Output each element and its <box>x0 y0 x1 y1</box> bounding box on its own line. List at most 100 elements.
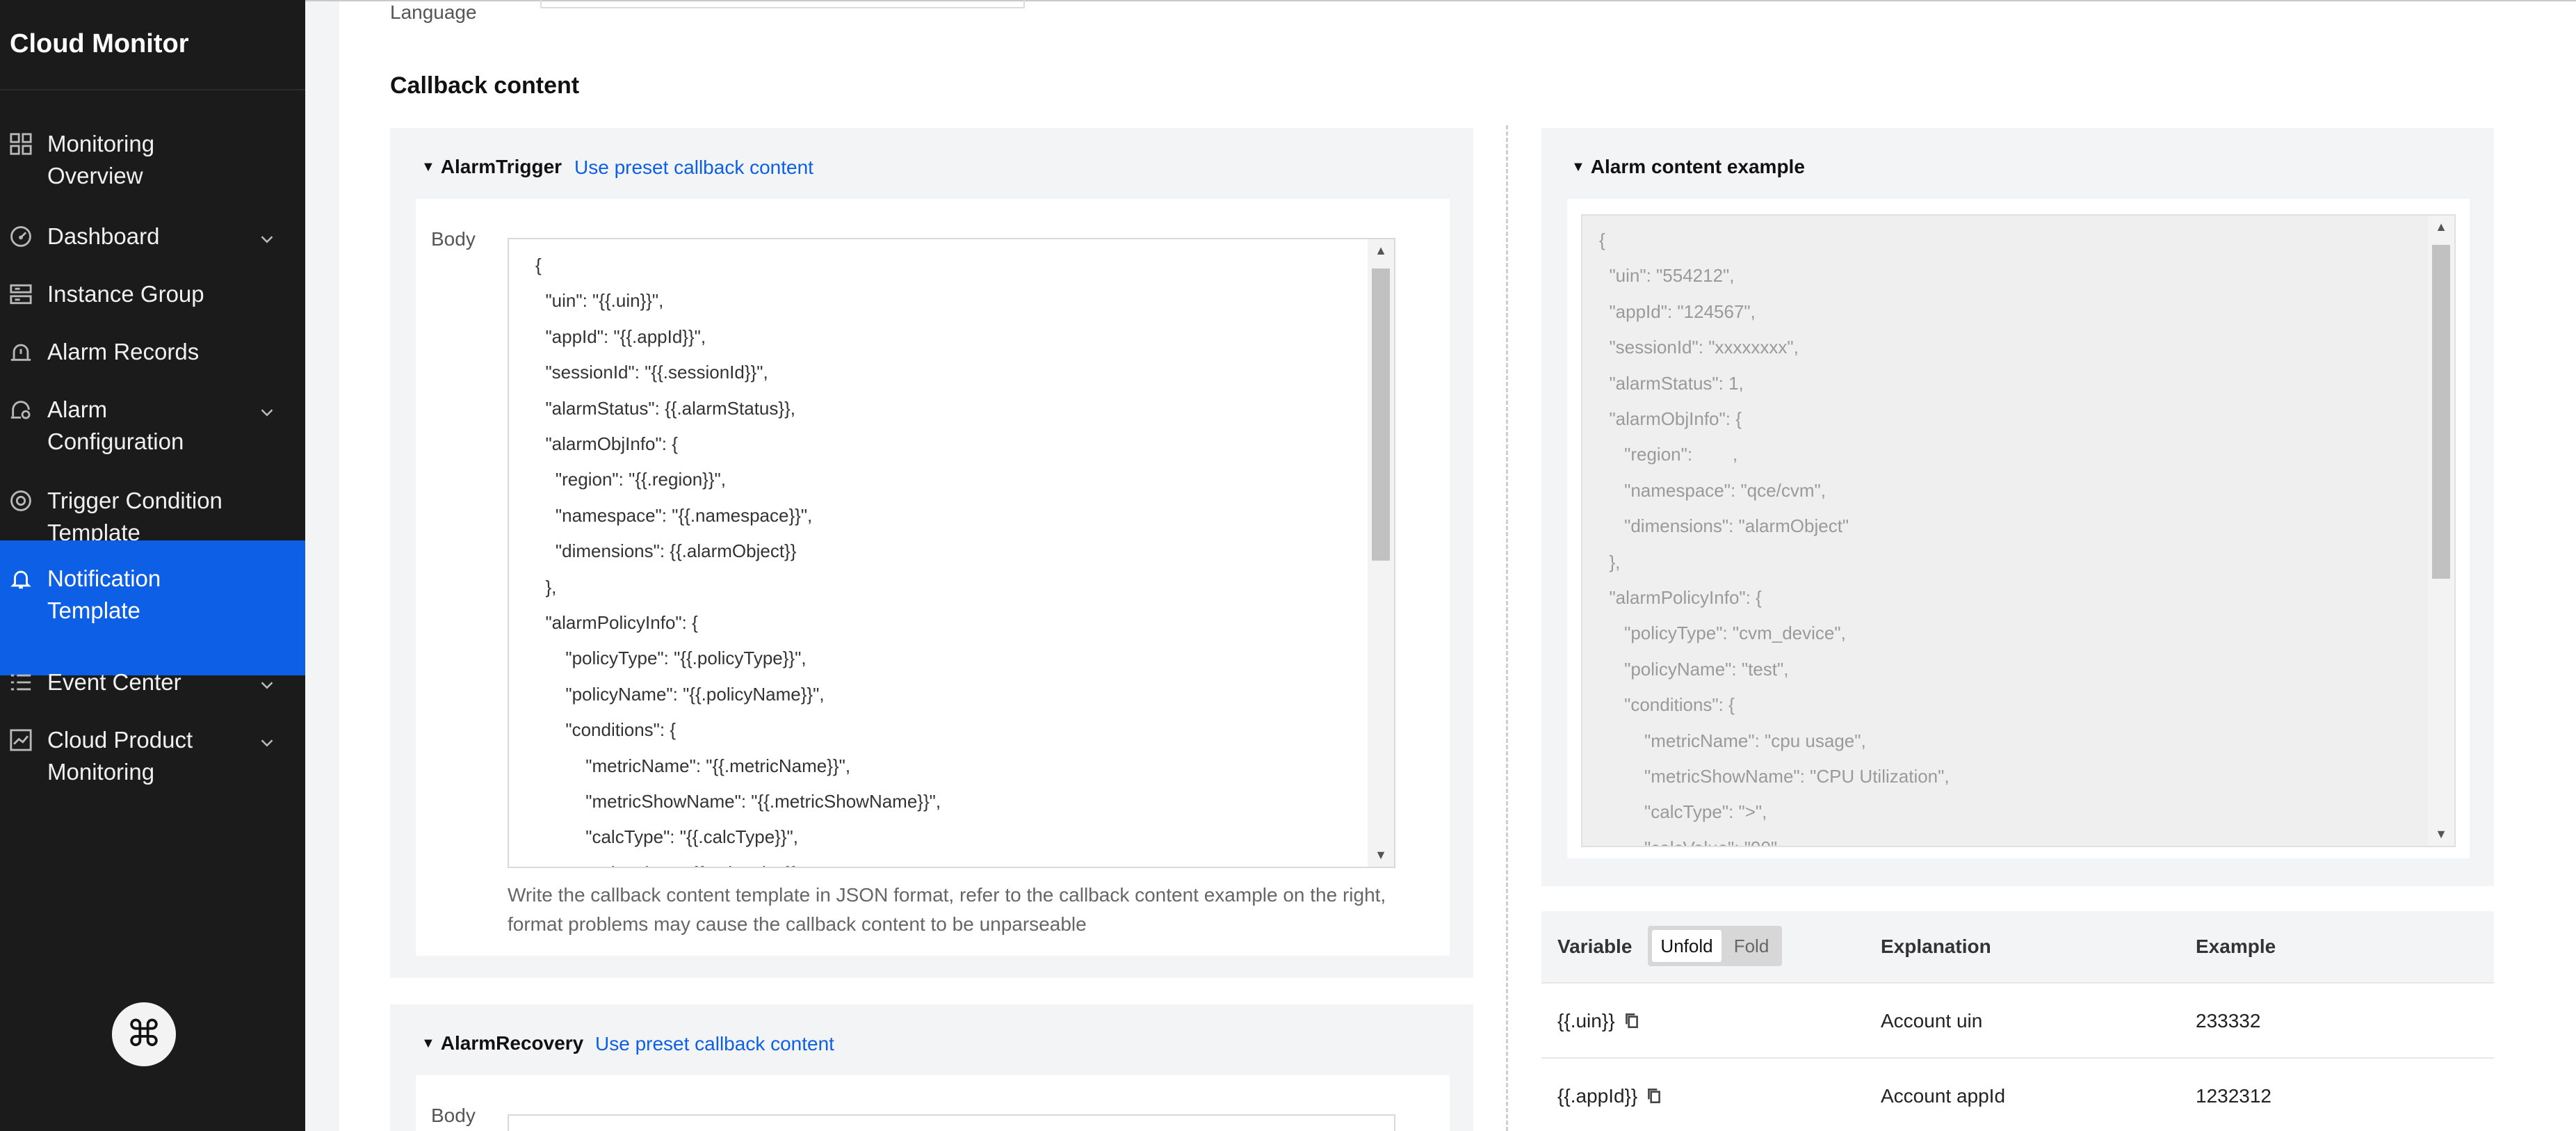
fold-option[interactable]: Fold <box>1724 930 1779 962</box>
chevron-down-icon[interactable] <box>257 730 277 751</box>
sidebar-item-label-line: Notification <box>47 566 161 591</box>
code-line: "sessionId": "xxxxxxxx", <box>1599 337 1799 358</box>
alarm-settings-icon <box>8 397 33 422</box>
code-line: "policyName": "{{.policyName}}", <box>535 683 825 705</box>
alarm-trigger-body-editor[interactable]: ▲ ▼ { "uin": "{{.uin}}", "appId": "{{.ap… <box>508 238 1395 868</box>
code-line: "metricShowName": "CPU Utilization", <box>1599 766 1950 787</box>
alarm-recovery-body-label: Body <box>431 1105 476 1126</box>
sidebar-item-label: Cloud Product Monitoring <box>47 724 193 788</box>
alarm-recovery-preset-link[interactable]: Use preset callback content <box>595 1033 834 1055</box>
sidebar-item-label-line: Trigger Condition <box>47 488 222 513</box>
code-line: "dimensions": "alarmObject" <box>1599 515 1849 537</box>
alarm-trigger-preset-link[interactable]: Use preset callback content <box>574 157 813 179</box>
sidebar-item-label: Dashboard <box>47 220 159 252</box>
alarm-trigger-title: AlarmTrigger <box>440 156 562 177</box>
sidebar-item-monitoring-overview[interactable]: Monitoring Overview <box>0 128 305 195</box>
caret-down-icon: ▼ <box>421 1035 435 1051</box>
sidebar-item-label: Alarm Records <box>47 336 199 368</box>
alarm-trigger-hint-line-2: format problems may cause the callback c… <box>508 913 1087 935</box>
code-line: "sessionId": "{{.sessionId}}", <box>535 362 768 383</box>
sidebar-item-alarm-configuration[interactable]: Alarm Configuration <box>0 394 305 460</box>
code-line: "conditions": { <box>1599 694 1735 716</box>
code-line: { <box>1599 230 1605 250</box>
scroll-up-icon[interactable]: ▲ <box>1373 243 1388 258</box>
alarm-recovery-body-editor[interactable] <box>508 1114 1395 1131</box>
example-cell: 233332 <box>2196 1010 2261 1032</box>
explanation-column-header: Explanation <box>1881 936 1991 957</box>
copy-icon[interactable] <box>1623 1011 1641 1029</box>
code-line: "metricName": "cpu usage", <box>1599 730 1866 751</box>
code-line: "calcValue": "{{.calcValue}}", <box>535 863 809 867</box>
sidebar-item-label-line: Instance Group <box>47 281 204 307</box>
variable-column-header: Variable <box>1557 936 1633 957</box>
column-divider <box>1506 125 1508 1131</box>
brand-divider <box>0 89 305 90</box>
code-line: "alarmStatus": 1, <box>1599 372 1744 394</box>
scroll-down-icon[interactable]: ▼ <box>2433 827 2449 842</box>
code-line: "conditions": { <box>535 719 677 741</box>
code-line: "namespace": "{{.namespace}}", <box>535 504 813 526</box>
alarm-recovery-title: AlarmRecovery <box>440 1032 584 1054</box>
code-line: "calcType": "{{.calcType}}", <box>535 826 798 848</box>
code-line: "region": "{{.region}}", <box>535 469 726 490</box>
caret-down-icon: ▼ <box>1571 159 1585 175</box>
copy-icon[interactable] <box>1645 1086 1663 1105</box>
app-title: Cloud Monitor <box>10 29 189 58</box>
command-button[interactable]: ⌘ <box>112 1002 176 1066</box>
sidebar-item-alarm-records[interactable]: Alarm Records <box>0 336 305 368</box>
sidebar-item-dashboard[interactable]: Dashboard <box>0 220 305 252</box>
explanation-cell: Account appId <box>1881 1085 2006 1107</box>
alarm-trigger-hint-line-1: Write the callback content template in J… <box>508 884 1386 906</box>
code-line: "policyType": "cvm_device", <box>1599 623 1846 644</box>
sidebar-item-label-line: Alarm Records <box>47 339 200 364</box>
alarm-trigger-body-label: Body <box>431 228 476 250</box>
sidebar-item-instance-group[interactable]: Instance Group <box>0 278 305 310</box>
sidebar-item-label-line: Cloud Product <box>47 727 193 753</box>
alarm-example-toggle[interactable]: ▼ Alarm content example <box>1571 156 1805 178</box>
code-line: }, <box>1599 551 1621 572</box>
code-line: "dimensions": {{.alarmObject}} <box>535 540 797 562</box>
unfold-fold-toggle[interactable]: Unfold Fold <box>1648 926 1782 966</box>
alarm-example-title: Alarm content example <box>1590 156 1805 177</box>
target-icon <box>8 488 33 513</box>
alarm-trigger-scroll-thumb[interactable] <box>1372 268 1390 561</box>
sidebar-item-notification-template[interactable]: Notification Template <box>0 540 305 675</box>
scroll-up-icon[interactable]: ▲ <box>2433 220 2449 234</box>
gauge-icon <box>8 224 33 249</box>
chevron-down-icon[interactable] <box>257 226 277 247</box>
example-cell: 1232312 <box>2196 1085 2272 1107</box>
code-line: "alarmPolicyInfo": { <box>535 612 698 633</box>
code-line: "alarmObjInfo": { <box>1599 408 1742 429</box>
sidebar-item-label-line: Monitoring <box>47 131 155 157</box>
sidebar-item-label-line: Alarm <box>47 396 108 422</box>
language-select[interactable] <box>540 0 1025 8</box>
chevron-down-icon[interactable] <box>257 672 277 693</box>
alarm-example-scroll-thumb[interactable] <box>2432 245 2450 579</box>
sidebar-item-label: Notification Template <box>47 563 161 627</box>
sidebar: Cloud Monitor Monitoring Overview Dashboar… <box>0 0 305 1131</box>
sidebar-item-label: Trigger Condition Template <box>47 485 222 549</box>
unfold-option[interactable]: Unfold <box>1652 930 1722 962</box>
alarm-example-scrollbar[interactable]: ▲ ▼ <box>2428 216 2454 846</box>
sidebar-item-label: Event Center <box>47 666 181 698</box>
code-line: }, <box>535 576 557 597</box>
alarm-trigger-toggle[interactable]: ▼ AlarmTrigger <box>421 156 562 178</box>
alarm-recovery-toggle[interactable]: ▼ AlarmRecovery <box>421 1032 583 1054</box>
sidebar-item-label-line: Configuration <box>47 428 184 454</box>
sidebar-item-cloud-product-monitoring[interactable]: Cloud Product Monitoring <box>0 724 305 791</box>
sidebar-item-event-center[interactable]: Event Center <box>0 666 305 698</box>
alarm-example-code: ▲ ▼ { "uin": "554212", "appId": "124567"… <box>1581 214 2456 847</box>
section-title: Callback content <box>390 72 580 99</box>
row-divider <box>1541 1057 2494 1059</box>
sidebar-item-label-line: Overview <box>47 163 143 188</box>
scroll-down-icon[interactable]: ▼ <box>1373 848 1388 863</box>
sidebar-item-label-line: Template <box>47 597 140 623</box>
sidebar-item-label: Instance Group <box>47 278 204 310</box>
list-icon <box>8 670 33 695</box>
example-column-header: Example <box>2196 936 2276 957</box>
alarm-trigger-scrollbar[interactable]: ▲ ▼ <box>1368 239 1394 867</box>
language-label: Language <box>390 1 477 23</box>
sidebar-item-label-line: Event Center <box>47 669 181 695</box>
chevron-down-icon[interactable] <box>257 399 277 420</box>
code-line: "calcType": ">", <box>1599 801 1767 823</box>
